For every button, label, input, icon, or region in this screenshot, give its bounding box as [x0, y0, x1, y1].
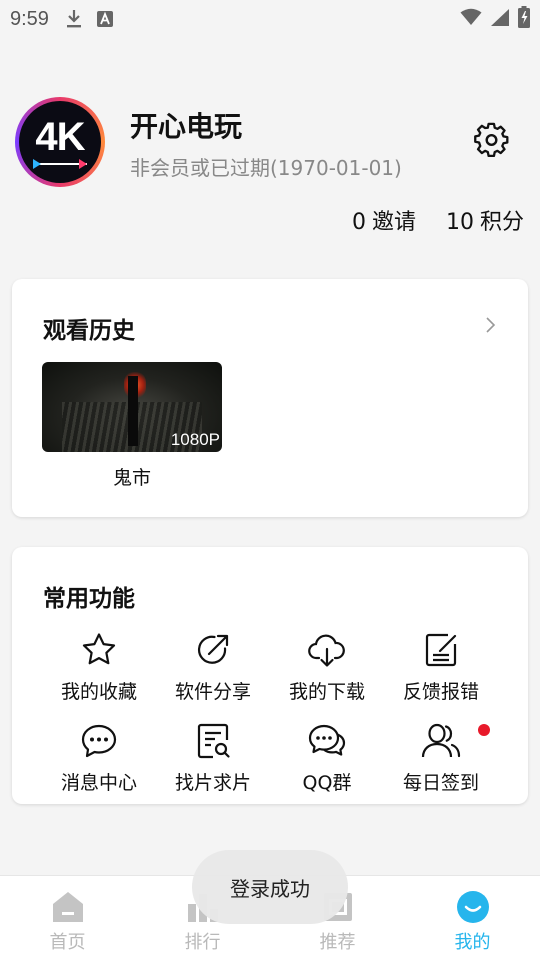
- history-video-thumbnail[interactable]: 1080P: [42, 362, 222, 452]
- username: 开心电玩: [130, 110, 243, 143]
- function-label: 找片求片: [174, 772, 251, 794]
- cloud-download-icon: [307, 630, 347, 670]
- chevron-right-icon[interactable]: [480, 315, 500, 335]
- function-label: QQ群: [302, 772, 352, 794]
- nav-mine[interactable]: 我的: [405, 876, 540, 960]
- home-icon: [51, 890, 85, 924]
- login-success-toast: 登录成功: [192, 850, 348, 924]
- nav-home[interactable]: 首页: [0, 876, 135, 960]
- nav-label: 首页: [49, 932, 86, 953]
- function-label: 每日签到: [402, 772, 479, 794]
- download-icon: [65, 9, 83, 29]
- avatar-logo: 4K: [19, 101, 101, 183]
- function-label: 我的下载: [288, 681, 365, 703]
- video-quality-badge: 1080P: [170, 430, 220, 449]
- status-bar: 9:59: [0, 0, 540, 38]
- gear-icon: [474, 122, 510, 162]
- share-icon: [193, 630, 233, 670]
- play-left-icon: [33, 159, 41, 169]
- nav-label: 我的: [454, 932, 491, 953]
- member-status: 非会员或已过期(1970-01-01): [130, 156, 402, 180]
- notification-dot: [478, 724, 490, 736]
- qq-group-button[interactable]: QQ群: [270, 721, 384, 801]
- function-grid: 我的收藏 软件分享 我的下载 反馈报错 消息中心 找片求片 QQ群 每日签到: [42, 630, 498, 801]
- function-label: 我的收藏: [60, 681, 137, 703]
- function-label: 软件分享: [174, 681, 251, 703]
- message-center-button[interactable]: 消息中心: [42, 721, 156, 801]
- chat-bubble-icon: [79, 721, 119, 761]
- play-right-icon: [79, 159, 87, 169]
- my-downloads-button[interactable]: 我的下载: [270, 630, 384, 710]
- points-count: 10: [445, 210, 474, 235]
- avatar-text: 4K: [35, 114, 85, 159]
- text-a-icon: [96, 11, 113, 27]
- settings-button[interactable]: [472, 122, 512, 162]
- watch-history-title: 观看历史: [43, 318, 135, 344]
- search-document-icon: [193, 721, 233, 761]
- share-app-button[interactable]: 软件分享: [156, 630, 270, 710]
- daily-checkin-button[interactable]: 每日签到: [384, 721, 498, 801]
- feedback-button[interactable]: 反馈报错: [384, 630, 498, 710]
- history-video-title[interactable]: 鬼市: [42, 463, 222, 490]
- smile-face-icon: [456, 890, 490, 924]
- nav-label: 排行: [184, 932, 221, 953]
- star-icon: [79, 630, 119, 670]
- invites-stat[interactable]: 0 邀请: [352, 204, 416, 236]
- profile-header: 4K 开心电玩 非会员或已过期(1970-01-01): [0, 95, 540, 195]
- request-movie-button[interactable]: 找片求片: [156, 721, 270, 801]
- watch-history-card: 观看历史 1080P 鬼市: [12, 279, 528, 517]
- battery-charging-icon: [518, 5, 530, 33]
- points-stat[interactable]: 10 积分: [446, 204, 524, 236]
- common-functions-card: 常用功能 我的收藏 软件分享 我的下载 反馈报错 消息中心 找片求片 QQ群 每…: [12, 547, 528, 804]
- invites-label: 邀请: [371, 210, 416, 235]
- points-label: 积分: [479, 210, 524, 235]
- favorites-button[interactable]: 我的收藏: [42, 630, 156, 710]
- nav-label: 推荐: [319, 932, 356, 953]
- wifi-icon: [460, 8, 482, 31]
- feedback-edit-icon: [421, 630, 461, 670]
- group-chat-icon: [307, 721, 347, 761]
- user-stats: 0 邀请 10 积分: [352, 204, 524, 236]
- common-functions-title: 常用功能: [43, 586, 135, 612]
- function-label: 反馈报错: [402, 681, 479, 703]
- invites-count: 0: [351, 210, 366, 235]
- function-label: 消息中心: [60, 772, 137, 794]
- users-icon: [421, 721, 461, 761]
- signal-icon: [490, 8, 510, 31]
- avatar[interactable]: 4K: [15, 97, 105, 187]
- status-time: 9:59: [10, 7, 49, 30]
